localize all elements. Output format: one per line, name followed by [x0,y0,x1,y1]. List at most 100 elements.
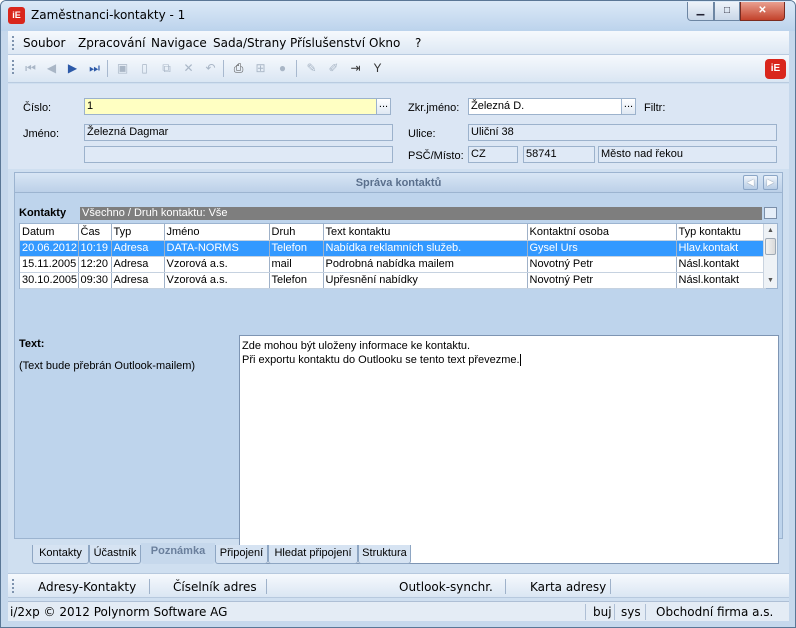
column-header[interactable]: Typ [111,224,165,241]
close-button[interactable]: ✕ [740,2,785,21]
tab-poznamka[interactable]: Poznámka [141,543,215,564]
cell: Násl.kontakt [676,256,766,273]
column-header[interactable]: Druh [269,224,324,241]
minimize-button[interactable]: ▁ [687,2,714,21]
panel-title: Správa kontaktů [15,173,782,193]
scroll-thumb[interactable] [765,238,776,255]
edit-icon[interactable]: ✎ [303,60,320,77]
menu-okno[interactable]: Okno [369,36,400,50]
zkr-lookup-button[interactable]: ... [621,98,636,115]
ulice-label: Ulice: [408,128,436,140]
filter-icon[interactable]: Y [369,60,386,77]
menu-zpracovani[interactable]: Zpracování [78,36,145,50]
disabled-circle-icon[interactable]: ● [274,60,291,77]
column-header[interactable]: Jméno [164,224,270,241]
tab-pripojeni[interactable]: Připojení [215,545,268,564]
jmeno-label: Jméno: [23,128,60,140]
cell: Nabídka reklamních služeb. [323,240,528,257]
cell: Upřesnění nabídky [323,272,528,289]
menu-grip-icon [12,36,15,50]
menu-help[interactable]: ? [415,36,421,50]
cell: Adresa [111,240,165,257]
karta-adresy-button[interactable]: Karta adresy [530,580,606,594]
new-icon[interactable]: ▯ [136,60,153,77]
save-icon[interactable]: ▣ [114,60,131,77]
contacts-grid: Datum Čas Typ Jméno Druh Text kontaktu K… [19,223,778,289]
text-label: Text: [19,338,45,350]
cell: mail [269,256,324,273]
column-header[interactable]: Čas [78,224,112,241]
panel-prev-icon[interactable]: ◀ [743,175,758,190]
jmeno-field[interactable]: Železná Dagmar [84,124,393,141]
table-row[interactable]: 15.11.2005 12:20 Adresa Vzorová a.s. mai… [20,256,766,273]
column-header[interactable]: Text kontaktu [323,224,528,241]
cell: Novotný Petr [527,256,677,273]
cell: 15.11.2005 [20,256,79,273]
scroll-down-icon[interactable]: ▼ [764,275,777,287]
zkr-field[interactable]: Železná D. [468,98,622,115]
mesto-field[interactable]: Město nad řekou [598,146,777,163]
tab-kontakty[interactable]: Kontakty [32,545,89,564]
cislo-lookup-button[interactable]: ... [376,98,391,115]
column-header[interactable]: Kontaktní osoba [527,224,677,241]
tab-strip: Kontakty Účastník Poznámka Připojení Hle… [8,543,789,565]
cell: 20.06.2012 [20,240,79,257]
tree-icon[interactable]: ⊞ [252,60,269,77]
column-header[interactable]: Typ kontaktu [676,224,766,241]
undo-icon[interactable]: ↶ [202,60,219,77]
cell: Hlav.kontakt [676,240,766,257]
maximize-button[interactable]: □ [714,2,740,21]
first-record-icon[interactable]: ⏮ [22,60,39,77]
button-separator [149,579,150,594]
outlook-synchr-button[interactable]: Outlook-synchr. [399,580,493,594]
ciselnik-adres-button[interactable]: Číselník adres [173,580,257,594]
note-textarea[interactable]: Zde mohou být uloženy informace ke konta… [239,335,779,564]
cell: Adresa [111,272,165,289]
app-window: iE Zaměstnanci-kontakty - 1 ▁ □ ✕ Soubor… [0,0,796,628]
kontakty-filter[interactable]: Všechno / Druh kontaktu: Vše [80,207,762,220]
cell: Vzorová a.s. [164,272,270,289]
grid-settings-icon[interactable] [764,207,777,219]
export-icon[interactable]: ⇥ [347,60,364,77]
edit-light-icon[interactable]: ✐ [325,60,342,77]
next-record-icon[interactable]: ▶ [64,60,81,77]
tab-struktura[interactable]: Struktura [358,545,411,564]
cislo-field[interactable]: 1 [84,98,377,115]
tab-ucastnik[interactable]: Účastník [89,545,141,564]
status-separator [645,604,646,620]
table-row[interactable]: 30.10.2005 09:30 Adresa Vzorová a.s. Tel… [20,272,766,289]
cislo-label: Číslo: [23,102,52,114]
menu-soubor[interactable]: Soubor [23,36,65,50]
column-header[interactable]: Datum [20,224,79,241]
zkr-label: Zkr.jméno: [408,102,460,114]
cell: Podrobná nabídka mailem [323,256,528,273]
prev-record-icon[interactable]: ◀ [43,60,60,77]
grid-scrollbar[interactable]: ▲ ▼ [763,224,777,288]
button-separator [610,579,611,594]
jmeno-field-2[interactable] [84,146,393,163]
last-record-icon[interactable]: ⏭ [86,60,103,77]
cell: 12:20 [78,256,112,273]
toolbar-separator [223,60,224,77]
print-icon[interactable]: ⎙ [230,60,247,77]
ulice-field[interactable]: Uliční 38 [468,124,777,141]
delete-icon[interactable]: ✕ [180,60,197,77]
copy-icon[interactable]: ⧉ [158,60,175,77]
psc-field[interactable]: 58741 [523,146,595,163]
tab-hledat-pripojeni[interactable]: Hledat připojení [268,545,358,564]
menu-prislusenstvi[interactable]: Příslušenství [290,36,365,50]
table-row[interactable]: 20.06.2012 10:19 Adresa DATA-NORMS Telef… [20,240,766,257]
adresy-kontakty-button[interactable]: Adresy-Kontakty [38,580,136,594]
country-field[interactable]: CZ [468,146,518,163]
panel-next-icon[interactable]: ▶ [763,175,778,190]
scroll-up-icon[interactable]: ▲ [764,225,777,237]
menu-navigace[interactable]: Navigace [151,36,207,50]
filtr-label: Filtr: [644,102,666,114]
cell: 09:30 [78,272,112,289]
cell: Telefon [269,240,324,257]
memo-line-wrap: Při exportu kontaktu do Outlooku se tent… [242,353,776,367]
button-separator [505,579,506,594]
text-note: (Text bude přebrán Outlook-mailem) [19,360,196,372]
address-form: Číslo: 1 ... Jméno: Železná Dagmar Zkr.j… [8,84,789,169]
menu-sada-strany[interactable]: Sada/Strany [213,36,286,50]
